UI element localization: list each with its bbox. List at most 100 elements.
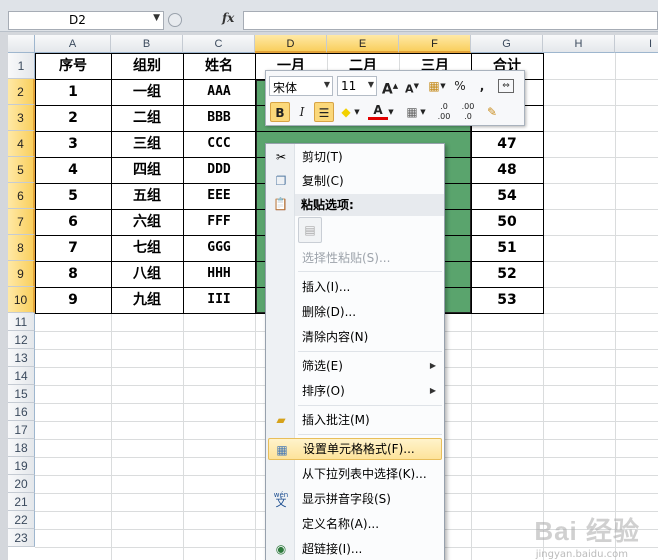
- table-cell[interactable]: 4: [35, 157, 111, 183]
- chevron-down-icon[interactable]: ▼: [153, 13, 160, 23]
- table-header-cell[interactable]: 序号: [35, 53, 111, 79]
- table-cell[interactable]: 四组: [111, 157, 183, 183]
- table-cell[interactable]: 二组: [111, 105, 183, 131]
- table-cell[interactable]: 六组: [111, 209, 183, 235]
- row-header-8[interactable]: 8: [8, 235, 35, 261]
- row-header-12[interactable]: 12: [8, 331, 35, 349]
- table-header-cell[interactable]: 姓名: [183, 53, 255, 79]
- menu-item-cut[interactable]: ✂ 剪切(T): [268, 146, 442, 168]
- row-header-14[interactable]: 14: [8, 367, 35, 385]
- shrink-font-button[interactable]: A▼: [402, 76, 422, 96]
- table-header-cell[interactable]: 组别: [111, 53, 183, 79]
- table-cell[interactable]: 8: [35, 261, 111, 287]
- table-cell[interactable]: 51: [471, 235, 543, 261]
- column-header-a[interactable]: A: [35, 35, 111, 53]
- comma-style-button[interactable]: ,: [472, 76, 492, 96]
- row-header-7[interactable]: 7: [8, 209, 35, 235]
- table-cell[interactable]: 9: [35, 287, 111, 313]
- percent-button[interactable]: %: [450, 76, 470, 96]
- row-header-13[interactable]: 13: [8, 349, 35, 367]
- table-cell[interactable]: 2: [35, 105, 111, 131]
- row-header-2[interactable]: 2: [8, 79, 35, 105]
- row-header-5[interactable]: 5: [8, 157, 35, 183]
- italic-button[interactable]: I: [292, 102, 312, 122]
- table-cell[interactable]: III: [183, 287, 255, 313]
- menu-item-copy[interactable]: ❐ 复制(C): [268, 170, 442, 192]
- row-header-1[interactable]: 1: [8, 53, 35, 79]
- menu-item-define-name[interactable]: 定义名称(A)...: [268, 513, 442, 535]
- row-header-3[interactable]: 3: [8, 105, 35, 131]
- name-box[interactable]: D2 ▼: [8, 11, 164, 30]
- column-header-c[interactable]: C: [183, 35, 255, 53]
- chevron-down-icon[interactable]: ▼: [368, 80, 374, 89]
- row-header-6[interactable]: 6: [8, 183, 35, 209]
- row-header-9[interactable]: 9: [8, 261, 35, 287]
- row-header-10[interactable]: 10: [8, 287, 35, 313]
- column-header-i[interactable]: I: [615, 35, 658, 53]
- row-header-23[interactable]: 23: [8, 529, 35, 547]
- column-header-g[interactable]: G: [471, 35, 543, 53]
- table-cell[interactable]: AAA: [183, 79, 255, 105]
- menu-item-insert-comment[interactable]: ▰ 插入批注(M): [268, 409, 442, 431]
- table-cell[interactable]: 6: [35, 209, 111, 235]
- table-cell[interactable]: 八组: [111, 261, 183, 287]
- table-cell[interactable]: 九组: [111, 287, 183, 313]
- row-header-15[interactable]: 15: [8, 385, 35, 403]
- row-header-22[interactable]: 22: [8, 511, 35, 529]
- table-cell[interactable]: DDD: [183, 157, 255, 183]
- column-header-h[interactable]: H: [543, 35, 615, 53]
- font-size-box[interactable]: 11 ▼: [337, 76, 377, 96]
- row-header-20[interactable]: 20: [8, 475, 35, 493]
- table-cell[interactable]: GGG: [183, 235, 255, 261]
- table-cell[interactable]: 七组: [111, 235, 183, 261]
- table-cell[interactable]: 7: [35, 235, 111, 261]
- row-header-16[interactable]: 16: [8, 403, 35, 421]
- formula-bar-splitter[interactable]: [168, 11, 184, 30]
- table-cell[interactable]: 52: [471, 261, 543, 287]
- merge-center-icon[interactable]: ⇔: [498, 79, 514, 93]
- table-cell[interactable]: 五组: [111, 183, 183, 209]
- row-header-19[interactable]: 19: [8, 457, 35, 475]
- row-header-11[interactable]: 11: [8, 313, 35, 331]
- chevron-down-icon[interactable]: ▼: [438, 76, 448, 96]
- table-cell[interactable]: BBB: [183, 105, 255, 131]
- menu-item-format-cells[interactable]: ▦ 设置单元格格式(F)...: [268, 438, 442, 460]
- format-painter-icon[interactable]: ✎: [482, 102, 502, 122]
- table-cell[interactable]: 三组: [111, 131, 183, 157]
- table-cell[interactable]: 1: [35, 79, 111, 105]
- table-cell[interactable]: FFF: [183, 209, 255, 235]
- table-cell[interactable]: 3: [35, 131, 111, 157]
- align-center-icon[interactable]: ☰: [314, 102, 334, 122]
- menu-item-hyperlink[interactable]: ◉ 超链接(I)...: [268, 538, 442, 560]
- table-cell[interactable]: CCC: [183, 131, 255, 157]
- table-cell[interactable]: EEE: [183, 183, 255, 209]
- column-header-e[interactable]: E: [327, 35, 399, 53]
- menu-item-sort[interactable]: 排序(O) ▶: [268, 380, 442, 402]
- menu-item-filter[interactable]: 筛选(E) ▶: [268, 355, 442, 377]
- menu-item-phonetic[interactable]: wén 文 显示拼音字段(S): [268, 488, 442, 510]
- chevron-down-icon[interactable]: ▼: [352, 102, 362, 122]
- column-header-b[interactable]: B: [111, 35, 183, 53]
- row-header-4[interactable]: 4: [8, 131, 35, 157]
- column-header-f[interactable]: F: [399, 35, 471, 53]
- row-header-21[interactable]: 21: [8, 493, 35, 511]
- column-header-d[interactable]: D: [255, 35, 327, 53]
- menu-item-paste-special[interactable]: 选择性粘贴(S)...: [268, 247, 442, 269]
- bold-button[interactable]: B: [270, 102, 290, 122]
- insert-function-button[interactable]: fx: [222, 11, 234, 25]
- row-header-18[interactable]: 18: [8, 439, 35, 457]
- select-all-corner[interactable]: [8, 35, 35, 53]
- formula-input[interactable]: [243, 11, 658, 30]
- menu-item-delete[interactable]: 删除(D)...: [268, 301, 442, 323]
- chevron-down-icon[interactable]: ▼: [386, 102, 396, 122]
- menu-item-clear[interactable]: 清除内容(N): [268, 326, 442, 348]
- table-cell[interactable]: 48: [471, 157, 543, 183]
- chevron-down-icon[interactable]: ▼: [418, 102, 428, 122]
- table-cell[interactable]: 一组: [111, 79, 183, 105]
- decrease-decimal-button[interactable]: .00 .0: [458, 102, 478, 122]
- font-name-box[interactable]: 宋体 ▼: [269, 76, 333, 96]
- menu-item-insert[interactable]: 插入(I)...: [268, 276, 442, 298]
- increase-decimal-button[interactable]: .0 .00: [434, 102, 454, 122]
- table-cell[interactable]: 5: [35, 183, 111, 209]
- chevron-down-icon[interactable]: ▼: [324, 80, 330, 89]
